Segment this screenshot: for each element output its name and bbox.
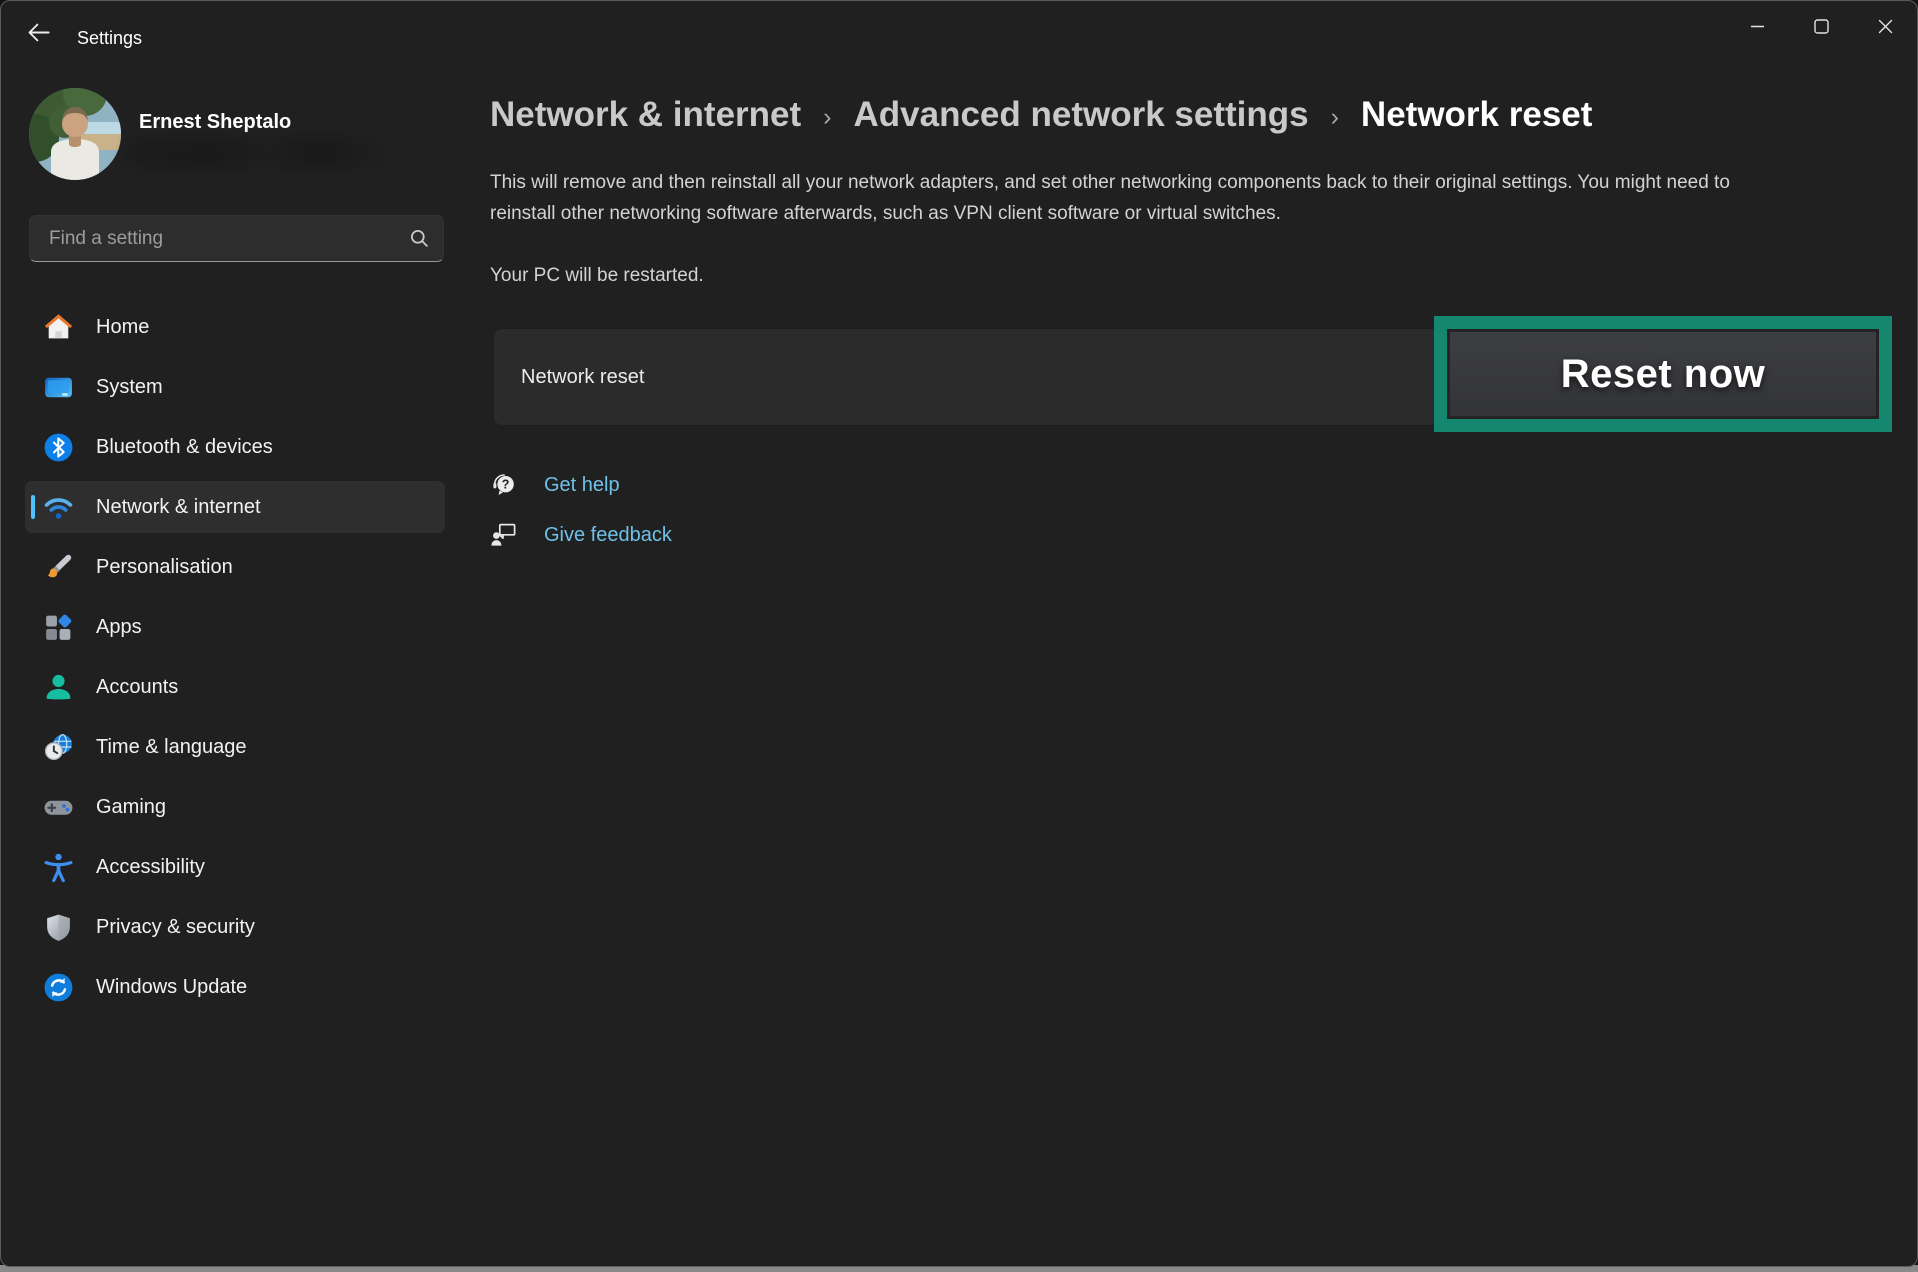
sidebar-item-windows-update[interactable]: Windows Update [25, 961, 445, 1013]
maximize-button[interactable] [1789, 1, 1853, 51]
shield-icon [42, 911, 75, 944]
sidebar-item-label: System [96, 376, 163, 399]
sidebar-item-label: Apps [96, 616, 142, 639]
restart-note: Your PC will be restarted. [490, 265, 704, 287]
sidebar-item-label: Accounts [96, 676, 178, 699]
home-icon [42, 311, 75, 344]
sidebar-item-apps[interactable]: Apps [25, 601, 445, 653]
sidebar-item-bluetooth-devices[interactable]: Bluetooth & devices [25, 421, 445, 473]
breadcrumb: Network & internet › Advanced network se… [490, 91, 1592, 139]
sidebar-item-label: Personalisation [96, 556, 233, 579]
user-email-blurred [128, 140, 384, 166]
sidebar-item-home[interactable]: Home [25, 301, 445, 353]
svg-text:?: ? [502, 478, 510, 492]
sidebar-item-label: Bluetooth & devices [96, 436, 273, 459]
sidebar-item-label: Accessibility [96, 856, 205, 879]
breadcrumb-network-internet[interactable]: Network & internet [490, 93, 801, 137]
desktop-background: Settings [0, 0, 1918, 1272]
selected-accent-bar [31, 495, 35, 519]
minimize-icon [1749, 18, 1766, 35]
search-box [29, 215, 444, 262]
avatar-photo [29, 88, 121, 180]
sidebar-item-accounts[interactable]: Accounts [25, 661, 445, 713]
app-title: Settings [77, 27, 142, 49]
system-icon [42, 371, 75, 404]
windows-update-icon [42, 971, 75, 1004]
network-reset-card-label: Network reset [521, 366, 644, 389]
sidebar-item-personalisation[interactable]: Personalisation [25, 541, 445, 593]
sidebar-item-time-language[interactable]: Time & language [25, 721, 445, 773]
get-help-link[interactable]: ? Get help [490, 471, 672, 499]
sidebar-item-privacy-security[interactable]: Privacy & security [25, 901, 445, 953]
give-feedback-link[interactable]: Give feedback [490, 521, 672, 549]
search-input[interactable] [47, 227, 410, 251]
give-feedback-icon [490, 521, 518, 549]
sidebar-item-system[interactable]: System [25, 361, 445, 413]
search-icon [410, 229, 429, 248]
gamepad-icon [42, 791, 75, 824]
get-help-label: Get help [544, 474, 620, 497]
breadcrumb-advanced-network-settings[interactable]: Advanced network settings [853, 93, 1308, 137]
page-description: This will remove and then reinstall all … [490, 167, 1895, 229]
settings-window: Settings [0, 0, 1918, 1267]
sidebar-item-accessibility[interactable]: Accessibility [25, 841, 445, 893]
bluetooth-icon [42, 431, 75, 464]
page-title: Network reset [1361, 93, 1592, 137]
avatar [29, 88, 121, 180]
sidebar-nav: Home System Bluetooth & devices [25, 301, 445, 1013]
window-controls [1725, 1, 1917, 51]
user-name: Ernest Sheptalo [139, 111, 291, 134]
minimize-button[interactable] [1725, 1, 1789, 51]
sidebar-item-label: Home [96, 316, 149, 339]
sidebar-item-gaming[interactable]: Gaming [25, 781, 445, 833]
sidebar-item-label: Gaming [96, 796, 166, 819]
close-button[interactable] [1853, 1, 1917, 51]
annotation-highlight-frame: Reset now [1434, 316, 1892, 432]
reset-now-button[interactable]: Reset now [1450, 332, 1876, 416]
chevron-right-icon: › [1331, 95, 1339, 139]
sidebar-item-label: Privacy & security [96, 916, 255, 939]
get-help-icon: ? [490, 471, 518, 499]
back-arrow-icon [25, 19, 52, 46]
accessibility-icon [42, 851, 75, 884]
clock-globe-icon [42, 731, 75, 764]
wifi-icon [42, 491, 75, 524]
maximize-icon [1813, 18, 1830, 35]
give-feedback-label: Give feedback [544, 524, 672, 547]
person-icon [42, 671, 75, 704]
paintbrush-icon [42, 551, 75, 584]
chevron-right-icon: › [823, 95, 831, 139]
sidebar-item-label: Time & language [96, 736, 246, 759]
apps-icon [42, 611, 75, 644]
close-icon [1877, 18, 1894, 35]
sidebar-item-network-internet[interactable]: Network & internet [25, 481, 445, 533]
titlebar: Settings [1, 1, 1917, 53]
sidebar-item-label: Windows Update [96, 976, 247, 999]
sidebar-item-label: Network & internet [96, 496, 261, 519]
help-links: ? Get help Give feedback [490, 471, 672, 549]
back-button[interactable] [15, 15, 61, 49]
